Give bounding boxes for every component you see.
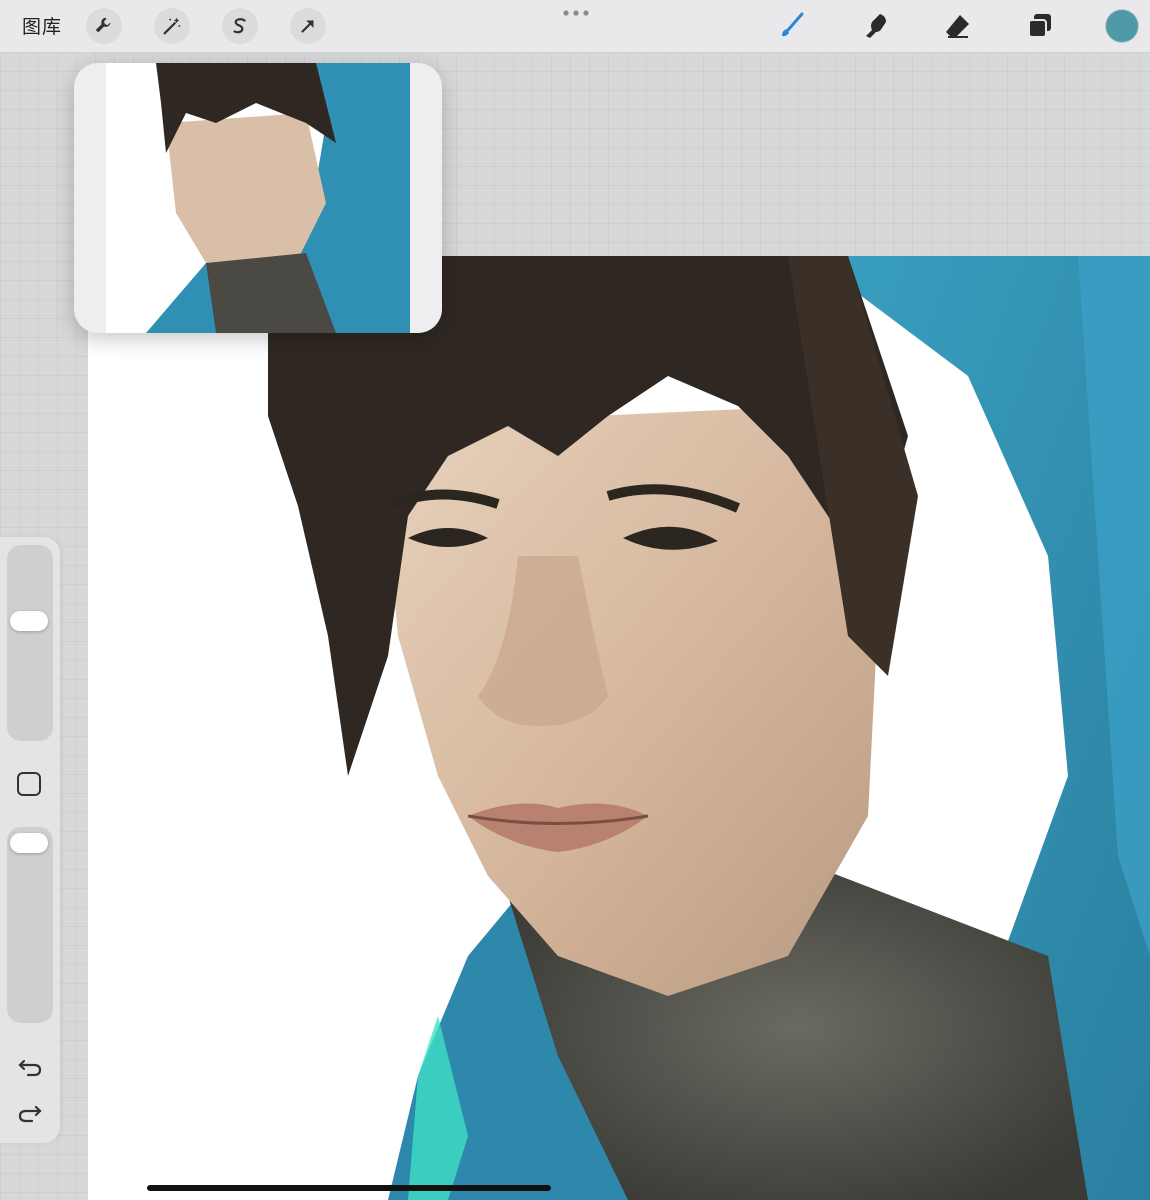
- drawing-canvas[interactable]: [88, 256, 1150, 1200]
- transform-button[interactable]: [290, 8, 326, 44]
- selection-button[interactable]: [222, 8, 258, 44]
- ellipsis-icon[interactable]: [562, 6, 590, 20]
- side-bar: [0, 537, 60, 1143]
- undo-icon[interactable]: [16, 1051, 44, 1079]
- modify-square-icon[interactable]: [17, 772, 41, 796]
- layers-icon: [1028, 14, 1051, 38]
- magic-wand-icon: [163, 17, 181, 35]
- layers-button[interactable]: [1022, 8, 1058, 44]
- smudge-icon: [866, 14, 886, 38]
- gallery-button[interactable]: 图库: [22, 12, 62, 39]
- reference-window[interactable]: [74, 63, 442, 333]
- selection-s-icon: [233, 18, 246, 34]
- smudge-tool-button[interactable]: [858, 8, 894, 44]
- wrench-icon: [95, 17, 111, 33]
- color-picker-button[interactable]: [1106, 10, 1138, 42]
- home-indicator[interactable]: [147, 1185, 551, 1191]
- opacity-thumb[interactable]: [10, 833, 48, 853]
- brush-size-thumb[interactable]: [10, 611, 48, 631]
- reference-image: [106, 63, 410, 333]
- top-toolbar: 图库: [0, 0, 1150, 53]
- eraser-tool-button[interactable]: [940, 8, 976, 44]
- opacity-slider[interactable]: [7, 827, 53, 1023]
- brush-size-slider[interactable]: [7, 545, 53, 741]
- adjustments-button[interactable]: [154, 8, 190, 44]
- portrait-painting: [268, 256, 1150, 1200]
- paint-tool-button[interactable]: [774, 8, 810, 44]
- actions-button[interactable]: [86, 8, 122, 44]
- eraser-icon: [946, 15, 969, 38]
- redo-icon[interactable]: [16, 1097, 44, 1125]
- brush-icon: [782, 12, 804, 37]
- arrow-cursor-icon: [301, 20, 314, 33]
